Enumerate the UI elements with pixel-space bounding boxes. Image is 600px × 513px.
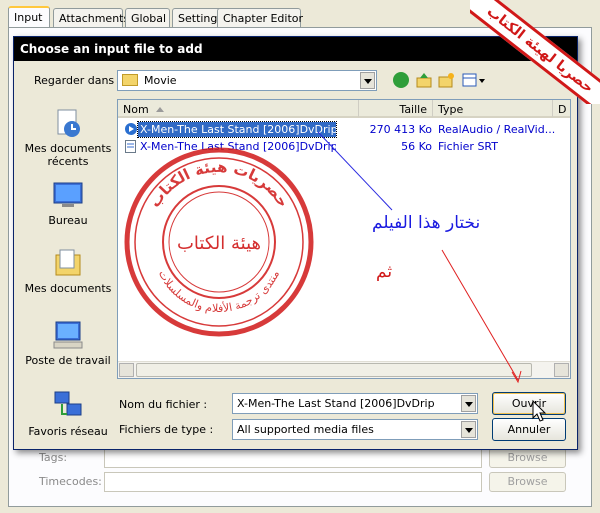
annotation-line-blue (317, 131, 393, 211)
annotation-choose-file: نختار هذا الفيلم (372, 213, 481, 233)
exclusive-banner: حصريا لهيئة الكتاب (470, 0, 600, 104)
watermark-stamp: حصريات هيئة الكتاب منتدى ترجمة الأفلام و… (123, 146, 315, 338)
stamp-center-text: هيئة الكتاب (177, 233, 261, 254)
banner-text: حصريا لهيئة الكتاب (470, 0, 600, 104)
mouse-cursor-icon (532, 399, 547, 422)
annotation-then: ثم (376, 262, 393, 282)
annotation-arrow-red (441, 249, 519, 381)
